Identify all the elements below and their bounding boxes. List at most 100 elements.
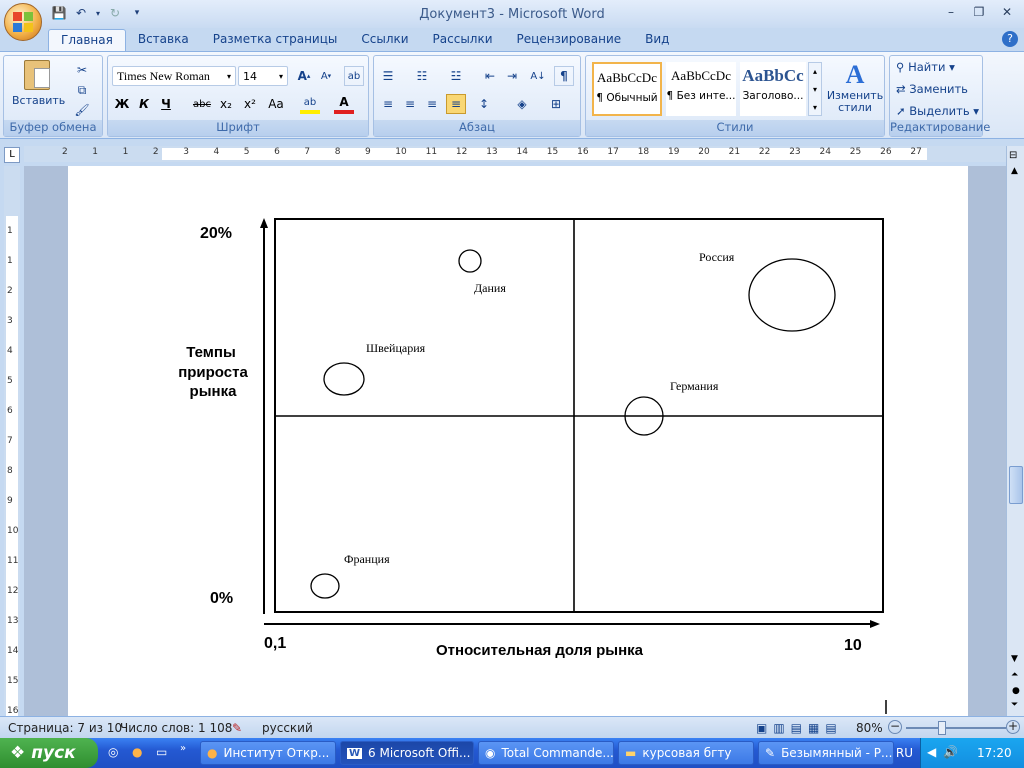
label-switzerland: Швейцария [366,341,426,355]
taskbar-item-word[interactable]: W6 Microsoft Offi...▾ [340,741,474,765]
tab-review[interactable]: Рецензирование [505,29,634,51]
firefox-icon[interactable]: ● [132,745,142,759]
tab-home[interactable]: Главная [48,29,126,51]
increase-indent-icon[interactable]: ⇥ [502,66,522,86]
show-marks-icon[interactable]: ¶ [554,66,574,86]
label-germany: Германия [670,379,719,393]
font-size-select[interactable]: 14 ▾ [238,66,288,86]
align-left-icon[interactable]: ≡ [378,94,398,114]
style-heading[interactable]: AaBbCc Заголово... [740,62,806,116]
document-page[interactable]: Дания Россия Швейцария Германия Франция … [68,166,968,716]
ruler-number: 1 [122,147,129,157]
zoom-slider[interactable] [906,721,1006,735]
window-title: Документ3 - Microsoft Word [419,7,605,22]
paste-button[interactable]: Вставить [12,60,65,116]
clear-format-icon[interactable]: ab [344,66,364,86]
shrink-font-icon[interactable]: A ▾ [316,66,336,86]
replace-button[interactable]: ⇄ Заменить [896,82,968,96]
browse-object-icon[interactable]: ● [1012,686,1020,696]
minimize-button[interactable]: – [940,4,962,20]
ruler-number: 8 [334,147,341,157]
start-button[interactable]: ❖ пуск [0,738,98,768]
chevron-down-icon: ▾ [226,71,231,81]
numbering-icon[interactable]: ☷ [412,66,432,86]
volume-icon[interactable]: 🔊 [943,745,958,759]
desktop-icon[interactable]: ▭ [156,745,167,759]
tab-page-layout[interactable]: Разметка страницы [201,29,350,51]
tab-view[interactable]: Вид [633,29,681,51]
scroll-up-icon[interactable]: ▲ [1011,166,1018,176]
style-normal[interactable]: AaBbCcDc ¶ Обычный [592,62,662,116]
tab-mailings[interactable]: Рассылки [421,29,505,51]
ruler-number: 23 [789,147,801,157]
taskbar-item-paint[interactable]: ✎ Безымянный - Р... [758,741,894,765]
close-button[interactable]: ✕ [996,4,1018,20]
highlight-icon[interactable]: ab [300,94,320,114]
bcg-matrix-diagram: Дания Россия Швейцария Германия Франция … [178,218,887,714]
help-icon[interactable]: ? [1002,31,1018,47]
word-count[interactable]: Число слов: 1 108 [120,721,232,735]
zoom-level[interactable]: 80% [856,721,883,735]
office-button[interactable] [4,3,42,41]
taskbar-item-total-commander[interactable]: ◉ Total Commande... [478,741,614,765]
justify-icon[interactable]: ≡ [446,94,466,114]
ruler-toggle-icon[interactable]: ⊟ [1009,150,1017,161]
format-painter-icon[interactable]: 🖌 [72,100,92,120]
prev-page-icon[interactable]: ⏶ [1011,670,1018,680]
taskbar-item-folder[interactable]: ▬ курсовая бгту [618,741,754,765]
bubble-russia [748,258,836,332]
scroll-down-icon[interactable]: ▼ [1011,654,1018,664]
zoom-in-icon[interactable]: + [1006,720,1020,734]
decrease-indent-icon[interactable]: ⇤ [480,66,500,86]
bold-button[interactable]: Ж [112,94,132,114]
select-button[interactable]: ➚ Выделить ▾ [896,104,979,118]
zoom-slider-thumb[interactable] [938,721,946,735]
style-no-spacing[interactable]: AaBbCcDc ¶ Без инте... [666,62,736,116]
superscript-button[interactable]: x² [240,94,260,114]
more-icon[interactable]: » [180,743,186,754]
grow-font-icon[interactable]: A ▴ [294,66,314,86]
tab-selector[interactable]: L [4,147,20,163]
underline-button[interactable]: Ч [156,94,176,114]
clock[interactable]: 17:20 [977,746,1012,760]
quick-launch-icon[interactable]: ◎ [108,745,118,759]
taskbar: ❖ пуск ◎ ● ▭ » ● Институт Откр... W6 Micro… [0,738,1024,768]
strikethrough-button[interactable]: abc [192,94,212,114]
italic-button[interactable]: К [134,94,154,114]
align-center-icon[interactable]: ≡ [400,94,420,114]
font-name-select[interactable]: Times New Roman ▾ [112,66,236,86]
line-spacing-icon[interactable]: ↕ [474,94,494,114]
tray-expand-icon[interactable]: ◀ [927,745,936,759]
subscript-button[interactable]: x₂ [216,94,236,114]
tab-insert[interactable]: Вставка [126,29,201,51]
cut-icon[interactable]: ✂ [72,60,92,80]
language-indicator[interactable]: русский [262,721,313,735]
ruler-number: 11 [425,147,438,157]
font-color-icon[interactable]: A [334,94,354,114]
language-indicator[interactable]: RU [896,746,913,760]
vertical-scrollbar[interactable]: ⊟ ▲ ▼ ⏶ ● ⏷ [1006,146,1024,716]
copy-icon[interactable]: ⧉ [72,80,92,100]
y-title-line2: прироста [178,364,248,381]
vertical-ruler[interactable]: 1 1 2 3 4 5 6 7 8 9 10 11 12 13 14 15 16 [4,166,20,716]
horizontal-ruler[interactable]: 2 1 1 2 3 4 5 6 7 8 9 10 11 12 13 14 15 16 17 18 19 20 21 22 23 2… [24,146,1024,162]
tab-references[interactable]: Ссылки [349,29,420,51]
spell-check-icon[interactable]: ✎ [232,721,242,735]
restore-button[interactable]: ❐ [968,4,990,20]
scroll-thumb[interactable] [1009,466,1023,504]
bullets-icon[interactable]: ☰ [378,66,398,86]
change-styles-button[interactable]: A Изменить стили [826,60,884,118]
align-right-icon[interactable]: ≡ [422,94,442,114]
multilevel-list-icon[interactable]: ☳ [446,66,466,86]
borders-icon[interactable]: ⊞ [546,94,566,114]
x-left-label: 0,1 [264,635,286,652]
next-page-icon[interactable]: ⏷ [1011,700,1018,710]
shading-icon[interactable]: ◈ [512,94,532,114]
sort-icon[interactable]: A↓ [528,66,548,86]
taskbar-item-browser[interactable]: ● Институт Откр... [200,741,336,765]
page-count[interactable]: Страница: 7 из 10 [8,721,122,735]
find-button[interactable]: ⚲ Найти ▾ [896,60,955,74]
zoom-out-icon[interactable]: − [888,720,902,734]
change-case-button[interactable]: Aa [264,94,288,114]
styles-scroll[interactable]: ▴ ▾ ▾ [808,62,822,116]
